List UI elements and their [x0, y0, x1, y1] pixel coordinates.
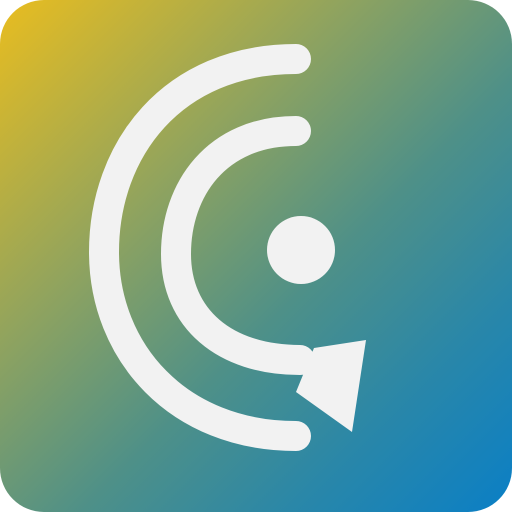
app-icon-tile[interactable] — [0, 0, 512, 512]
center-dot — [267, 216, 335, 284]
chat-broadcast-icon — [88, 44, 366, 451]
